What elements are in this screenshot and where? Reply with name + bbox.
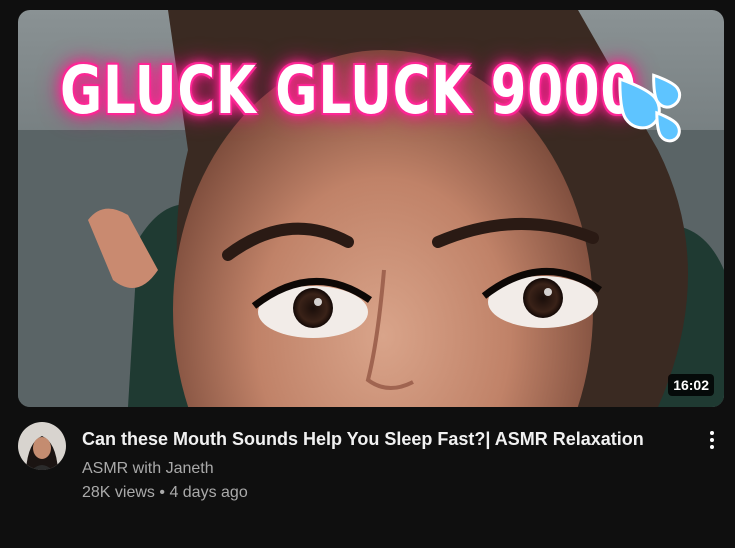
sweat-droplets-icon xyxy=(618,73,682,143)
stats-separator: • xyxy=(159,484,165,501)
video-meta: Can these Mouth Sounds Help You Sleep Fa… xyxy=(82,426,662,506)
video-thumbnail[interactable]: GLUCK GLUCK 9000 16:02 xyxy=(18,10,724,407)
more-vert-icon[interactable] xyxy=(700,424,724,456)
duration-badge: 16:02 xyxy=(668,374,714,396)
video-stats: 28K views • 4 days ago xyxy=(82,480,662,506)
thumbnail-overlay-text: GLUCK GLUCK 9000 xyxy=(60,52,638,129)
channel-avatar[interactable] xyxy=(18,422,66,470)
menu-dot xyxy=(710,431,714,435)
menu-dot xyxy=(710,438,714,442)
video-details: Can these Mouth Sounds Help You Sleep Fa… xyxy=(18,422,724,542)
video-title[interactable]: Can these Mouth Sounds Help You Sleep Fa… xyxy=(82,426,662,452)
avatar-image xyxy=(18,422,66,470)
menu-dot xyxy=(710,445,714,449)
channel-name[interactable]: ASMR with Janeth xyxy=(82,458,214,480)
view-count: 28K views xyxy=(82,484,155,501)
upload-age: 4 days ago xyxy=(169,484,248,501)
video-card: GLUCK GLUCK 9000 16:02 Can these Mouth S… xyxy=(0,0,735,548)
